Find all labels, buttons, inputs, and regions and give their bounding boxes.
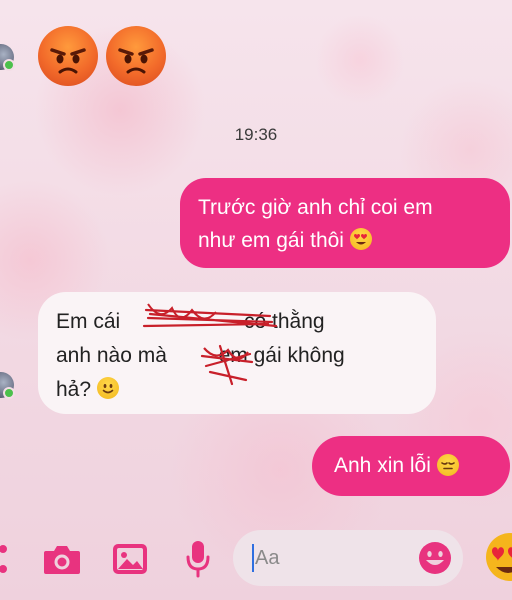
message-text: em gái không <box>218 344 345 367</box>
outgoing-message[interactable]: Trước giờ anh chỉ coi em như em gái thôi <box>180 178 510 268</box>
more-icon[interactable] <box>0 543 12 575</box>
online-status-dot <box>3 59 15 71</box>
smile-emoji <box>96 377 119 399</box>
text-cursor <box>252 544 254 572</box>
reaction-icon[interactable] <box>484 529 512 585</box>
message-text: Em cái <box>56 310 121 333</box>
message-text: có thằng <box>244 310 325 333</box>
angry-emoji <box>38 26 98 86</box>
message-input[interactable]: Aa <box>233 530 463 586</box>
message-line: hả? <box>56 373 418 407</box>
incoming-message[interactable]: Em cái có thằng anh nào mà em gái không … <box>38 292 436 414</box>
message-line: anh nào mà em gái không <box>56 339 418 373</box>
message-text: Anh xin lỗi <box>334 454 431 477</box>
online-status-dot <box>3 387 15 399</box>
message-text: anh nào mà <box>56 344 167 367</box>
message-text: hả? <box>56 378 92 401</box>
message-line: Em cái có thằng <box>56 305 418 339</box>
heart-eyes-emoji <box>349 228 372 250</box>
outgoing-message[interactable]: Anh xin lỗi <box>312 436 510 496</box>
composer-toolbar: Aa <box>0 515 512 600</box>
message-line: Trước giờ anh chỉ coi em <box>198 196 433 219</box>
message-input-placeholder: Aa <box>255 547 280 569</box>
message-text: như em gái thôi <box>198 229 344 252</box>
relieved-emoji <box>436 454 459 476</box>
message-timestamp: 19:36 <box>234 125 278 144</box>
image-icon[interactable] <box>112 543 148 575</box>
message-line: như em gái thôi <box>198 224 492 257</box>
emoji-icon[interactable] <box>417 540 453 576</box>
angry-emoji <box>106 26 166 86</box>
camera-icon[interactable] <box>42 541 82 577</box>
microphone-icon[interactable] <box>185 539 211 579</box>
